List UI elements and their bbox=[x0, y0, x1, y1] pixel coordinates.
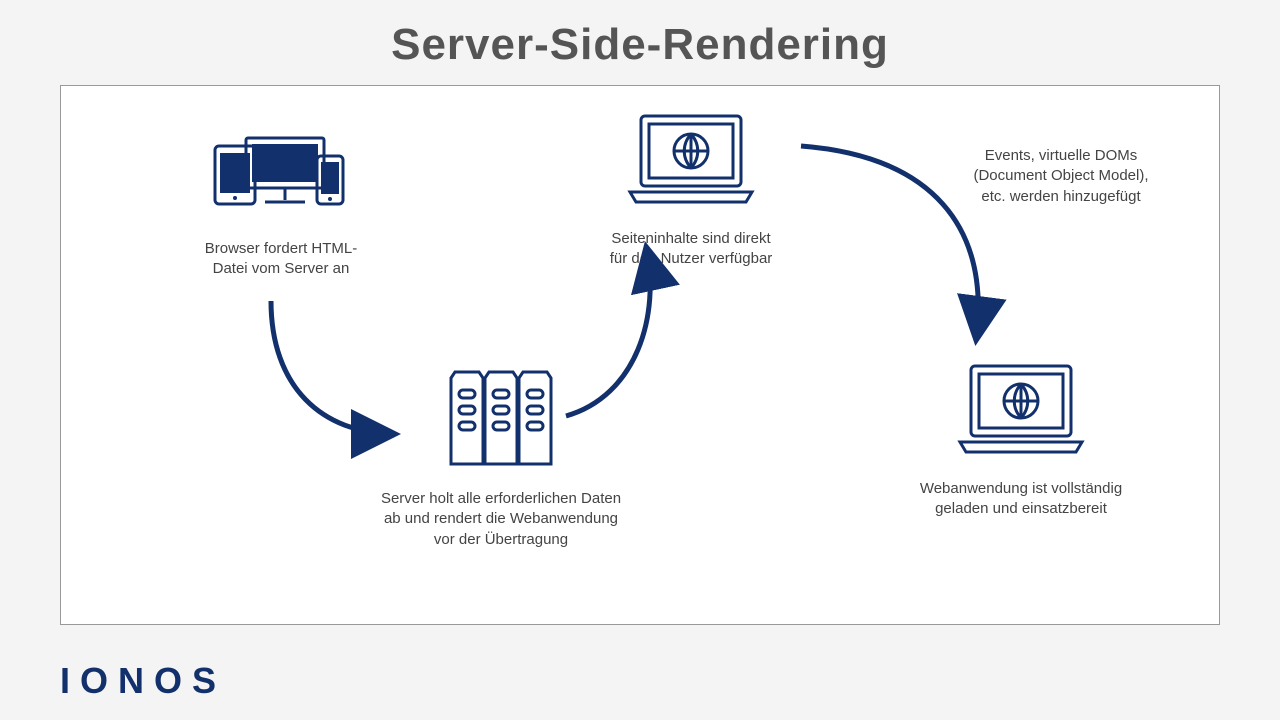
diagram-frame: Browser fordert HTML-Datei vom Server an… bbox=[60, 85, 1220, 625]
page-title: Server-Side-Rendering bbox=[0, 0, 1280, 70]
brand-logo: IONOS bbox=[60, 660, 226, 702]
flow-arrows bbox=[61, 86, 1221, 626]
